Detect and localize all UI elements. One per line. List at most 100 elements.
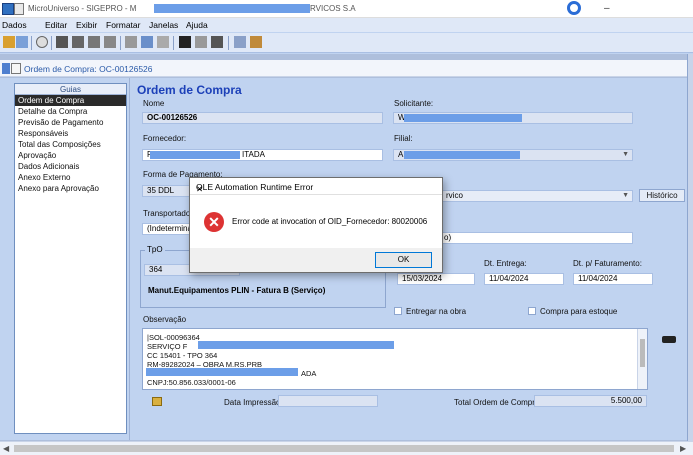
data-emissao-field[interactable]: 15/03/2024: [397, 273, 475, 285]
save-icon[interactable]: [88, 36, 100, 48]
binoculars-icon[interactable]: [179, 36, 191, 48]
observacao-line: CC 15401 - TPO 364: [147, 351, 218, 360]
child-window-title-bar: Ordem de Compra: OC-00126526: [0, 60, 693, 77]
toolbar-separator: [173, 36, 174, 50]
toolbar: [0, 33, 693, 53]
tpo-description: Manut.Equipamentos PLIN - Fatura B (Serv…: [148, 286, 326, 295]
dt-entrega-label: Dt. Entrega:: [484, 259, 527, 268]
scrollbar-thumb[interactable]: [640, 339, 645, 367]
print-preview-icon[interactable]: [72, 36, 84, 48]
toolbar-separator: [120, 36, 121, 50]
chevron-down-icon[interactable]: ▼: [622, 150, 629, 160]
guia-previsao-de-pagamento[interactable]: Previsão de Pagamento: [15, 117, 126, 128]
panel-splitter[interactable]: [129, 78, 134, 440]
observacao-line: SERVIÇO F: [147, 342, 188, 351]
toolbar-separator: [228, 36, 229, 50]
horizontal-scrollbar[interactable]: ◀ ▶: [0, 441, 693, 455]
nome-field[interactable]: OC-00126526: [142, 112, 383, 124]
fornecedor-label: Fornecedor:: [143, 134, 187, 143]
menu-ajuda[interactable]: Ajuda: [186, 20, 208, 30]
tpo-label: TpO: [145, 245, 165, 254]
delete-icon[interactable]: [125, 36, 137, 48]
dialog-title-bar: OLE Automation Runtime Error ✕: [190, 178, 442, 195]
select-icon[interactable]: [16, 36, 28, 48]
menu-editar[interactable]: Editar: [45, 20, 67, 30]
guia-responsaveis[interactable]: Responsáveis: [15, 128, 126, 139]
dt-faturamento-field[interactable]: 11/04/2024: [573, 273, 653, 285]
toolbar-separator: [51, 36, 52, 50]
menu-exibir[interactable]: Exibir: [76, 20, 97, 30]
transportadora-label: Transportado: [143, 209, 191, 218]
total-value: 5.500,00: [534, 395, 647, 407]
guia-total-das-composicoes[interactable]: Total das Composições: [15, 139, 126, 150]
export-icon[interactable]: [104, 36, 116, 48]
dt-entrega-field[interactable]: 11/04/2024: [484, 273, 564, 285]
app-title: MicroUniverso - SIGEPRO - M: [28, 4, 137, 13]
guias-panel: Guias Ordem de Compra Detalhe da Compra …: [14, 83, 127, 434]
menu-janelas[interactable]: Janelas: [149, 20, 178, 30]
entregar-obra-label: Entregar na obra: [406, 307, 467, 316]
guias-header: Guias: [15, 84, 126, 95]
guia-detalhe-da-compra[interactable]: Detalhe da Compra: [15, 106, 126, 117]
observacao-label: Observação: [143, 315, 187, 324]
redacted-block: [154, 4, 310, 13]
child-app-icon: [2, 63, 10, 74]
refresh-icon[interactable]: [36, 36, 48, 48]
close-icon[interactable]: ✕: [196, 182, 436, 196]
historico-button[interactable]: Histórico: [639, 189, 685, 202]
menu-dados[interactable]: Dados: [2, 20, 27, 30]
menu-formatar[interactable]: Formatar: [106, 20, 140, 30]
ok-button[interactable]: OK: [375, 252, 432, 268]
form-title: Ordem de Compra: [137, 83, 242, 97]
observacao-line: ADA: [301, 369, 317, 378]
guia-aprovacao[interactable]: Aprovação: [15, 150, 126, 161]
tools-icon[interactable]: [250, 36, 262, 48]
find-icon[interactable]: [3, 36, 15, 48]
app-icon: [2, 3, 14, 15]
guia-anexo-externo[interactable]: Anexo Externo: [15, 172, 126, 183]
guia-ordem-de-compra[interactable]: Ordem de Compra: [15, 95, 126, 106]
redacted-block: [404, 151, 520, 159]
right-edge: [687, 54, 693, 441]
app-title-end: RVICOS S.A: [310, 4, 356, 13]
dt-faturamento-label: Dt. p/ Faturamento:: [573, 259, 642, 268]
total-label: Total Ordem de Compra:: [454, 398, 542, 407]
tile-icon[interactable]: [234, 36, 246, 48]
guia-dados-adicionais[interactable]: Dados Adicionais: [15, 161, 126, 172]
minimize-icon[interactable]: –: [604, 3, 610, 14]
redacted-block: [198, 341, 394, 349]
child-doc-icon: [11, 63, 21, 74]
move-icon[interactable]: [195, 36, 207, 48]
print-icon[interactable]: [56, 36, 68, 48]
window-icon[interactable]: [211, 36, 223, 48]
left-edge: [0, 78, 14, 440]
observacao-line: |SOL-00096364: [147, 333, 200, 342]
observacao-scrollbar[interactable]: [637, 329, 647, 389]
entregar-obra-checkbox[interactable]: [394, 307, 402, 315]
scrollbar-thumb[interactable]: [14, 445, 674, 452]
filial-label: Filial:: [394, 134, 413, 143]
error-icon: ✕: [204, 212, 224, 232]
compra-estoque-label: Compra para estoque: [540, 307, 618, 316]
data-impressao-label: Data Impressão:: [224, 398, 283, 407]
error-dialog: OLE Automation Runtime Error ✕ ✕ Error c…: [189, 177, 443, 273]
toolbar-separator: [31, 36, 32, 50]
guia-anexo-para-aprovacao[interactable]: Anexo para Aprovação: [15, 183, 126, 194]
grid-icon[interactable]: [141, 36, 153, 48]
disc-icon[interactable]: [567, 1, 581, 15]
compra-estoque-checkbox[interactable]: [528, 307, 536, 315]
scroll-left-icon[interactable]: ◀: [3, 444, 9, 453]
list-icon[interactable]: [157, 36, 169, 48]
solicitante-label: Solicitante:: [394, 99, 434, 108]
observacao-textarea[interactable]: |SOL-00096364 SERVIÇO F CC 15401 - TPO 3…: [142, 328, 648, 390]
folder-icon[interactable]: [152, 397, 162, 406]
truck-icon: [662, 336, 676, 343]
menu-bar: Dados Editar Exibir Formatar Janelas Aju…: [0, 18, 693, 32]
nome-label: Nome: [143, 99, 165, 108]
scroll-right-icon[interactable]: ▶: [680, 444, 686, 453]
chevron-down-icon[interactable]: ▼: [622, 191, 629, 201]
data-impressao-field[interactable]: [278, 395, 378, 407]
dialog-footer: OK: [190, 248, 442, 272]
redacted-block: [146, 368, 298, 376]
observacao-line: CNPJ:50.856.033/0001-06: [147, 378, 236, 387]
